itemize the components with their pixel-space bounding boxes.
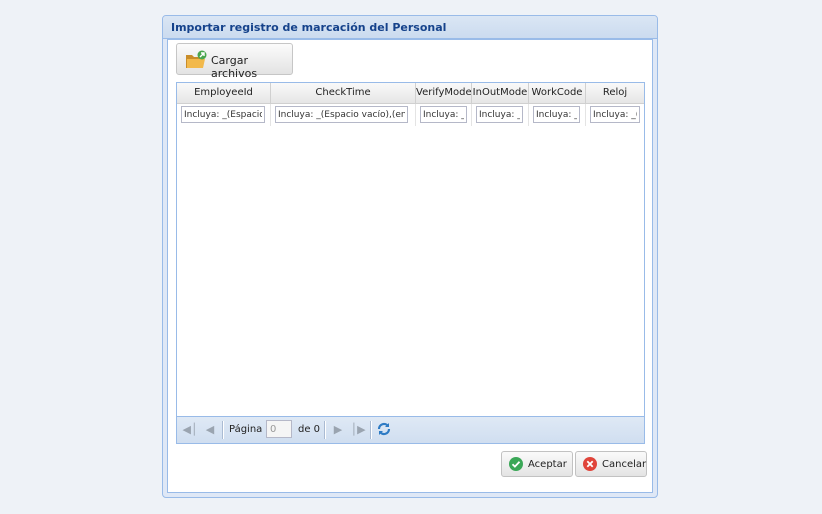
pager-separator (370, 421, 372, 439)
dialog-title: Importar registro de marcación del Perso… (171, 21, 447, 34)
filter-cell (177, 104, 271, 126)
accept-label: Aceptar (528, 459, 567, 470)
filter-workcode-input[interactable] (533, 106, 580, 123)
check-circle-icon (509, 457, 523, 471)
refresh-icon[interactable] (376, 421, 392, 437)
column-header-inoutmode[interactable]: InOutMode (472, 83, 529, 103)
grid-header: EmployeeId CheckTime VerifyMode InOutMod… (177, 83, 644, 104)
prev-page-icon[interactable]: ◀ (202, 422, 218, 438)
filter-verifymode-input[interactable] (420, 106, 467, 123)
page-number-input[interactable] (266, 420, 292, 438)
filter-cell (416, 104, 472, 126)
cancel-label: Cancelar (602, 459, 647, 470)
cancel-button[interactable]: Cancelar (575, 451, 647, 477)
filter-cell (472, 104, 529, 126)
filter-cell (271, 104, 416, 126)
pager-separator (324, 421, 326, 439)
last-page-icon[interactable]: │▶ (350, 422, 366, 438)
page-label: Página (229, 424, 263, 435)
column-header-verifymode[interactable]: VerifyMode (416, 83, 472, 103)
column-header-employeeid[interactable]: EmployeeId (177, 83, 271, 103)
accept-button[interactable]: Aceptar (501, 451, 573, 477)
filter-cell (586, 104, 644, 126)
first-page-icon[interactable]: ◀│ (182, 422, 198, 438)
filter-row (177, 104, 644, 126)
column-header-checktime[interactable]: CheckTime (271, 83, 416, 103)
import-dialog: Importar registro de marcación del Perso… (162, 15, 658, 498)
pager-separator (222, 421, 224, 439)
filter-reloj-input[interactable] (590, 106, 640, 123)
upload-files-label: Cargar archivos (211, 54, 258, 80)
column-header-reloj[interactable]: Reloj (586, 83, 644, 103)
dialog-header[interactable]: Importar registro de marcación del Perso… (163, 16, 657, 39)
filter-inoutmode-input[interactable] (476, 106, 523, 123)
filter-cell (529, 104, 586, 126)
next-page-icon[interactable]: ▶ (330, 422, 346, 438)
paging-toolbar: ◀│ ◀ Página de 0 ▶ │▶ (177, 416, 644, 443)
folder-upload-icon (186, 50, 207, 68)
filter-employeeid-input[interactable] (181, 106, 265, 123)
close-circle-icon (583, 457, 597, 471)
upload-files-button[interactable]: Cargar archivos (176, 43, 293, 80)
filter-checktime-input[interactable] (275, 106, 408, 123)
dialog-body: Cargar archivos EmployeeId CheckTime Ver… (167, 39, 653, 493)
column-header-workcode[interactable]: WorkCode (529, 83, 586, 103)
records-grid: EmployeeId CheckTime VerifyMode InOutMod… (176, 82, 645, 444)
page-count-label: de 0 (298, 424, 321, 435)
